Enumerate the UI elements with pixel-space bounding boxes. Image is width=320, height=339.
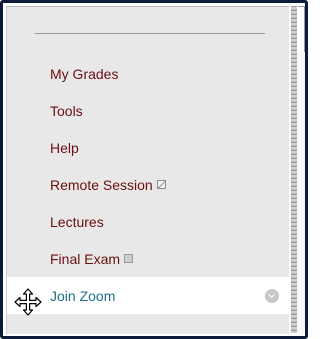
menu-item-label: Help [50, 139, 79, 156]
menu-item-label: My Grades [50, 65, 119, 82]
menu-item-label: Lectures [50, 213, 104, 230]
sidebar-window: My Grades Tools Help Remote Session Lect… [0, 0, 308, 339]
move-cursor-icon [14, 288, 42, 316]
menu-divider [35, 33, 265, 34]
content-pane-edge [289, 6, 305, 333]
menu-item-help[interactable]: Help [7, 129, 289, 166]
content-pane-background [297, 52, 305, 333]
menu-item-lectures[interactable]: Lectures [7, 203, 289, 240]
menu-item-my-grades[interactable]: My Grades [7, 55, 289, 92]
menu-item-label: Join Zoom [50, 287, 116, 304]
document-icon [124, 254, 134, 263]
menu-item-tools[interactable]: Tools [7, 92, 289, 129]
menu-item-remote-session[interactable]: Remote Session [7, 166, 289, 203]
content-pane-border [298, 6, 305, 54]
menu-item-label: Tools [50, 102, 83, 119]
course-menu-list: My Grades Tools Help Remote Session Lect… [7, 55, 289, 314]
menu-item-final-exam[interactable]: Final Exam [7, 240, 289, 277]
menu-item-label: Final Exam [50, 250, 121, 267]
chevron-down-icon[interactable] [265, 288, 279, 303]
menu-item-label: Remote Session [50, 176, 153, 193]
course-menu-sidebar: My Grades Tools Help Remote Session Lect… [6, 6, 289, 334]
external-link-icon [156, 180, 166, 189]
menu-item-join-zoom[interactable]: Join Zoom [7, 277, 289, 314]
